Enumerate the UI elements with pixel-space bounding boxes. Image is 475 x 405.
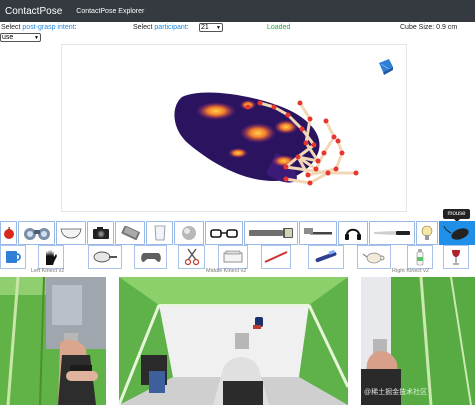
left-camera-view — [0, 277, 106, 405]
object-speaker-button[interactable] — [218, 245, 248, 269]
object-apple-button[interactable] — [0, 221, 17, 245]
object-cup-button[interactable] — [146, 221, 173, 245]
explorer-link[interactable]: ContactPose Explorer — [76, 8, 144, 15]
participant-label-prefix: Select — [133, 24, 155, 31]
light-bulb-icon — [421, 225, 433, 240]
object-toothbrush-button[interactable] — [308, 245, 344, 269]
bowl-icon — [60, 228, 82, 239]
object-door-knob-button[interactable] — [174, 221, 204, 245]
apple-icon — [3, 227, 14, 239]
mug-icon — [6, 251, 21, 263]
left-camera-image — [0, 277, 106, 405]
object-flashlight-button[interactable] — [244, 221, 298, 245]
watermark: @稀土掘金技术社区 — [364, 389, 428, 396]
object-water-bottle-button[interactable] — [407, 245, 433, 269]
object-light-bulb-button[interactable] — [416, 221, 438, 245]
binoculars-icon — [23, 228, 50, 240]
object-tooltip: mouse — [443, 209, 470, 222]
participant-select[interactable]: 21 ▼ — [199, 23, 223, 32]
mouse-icon — [443, 225, 469, 240]
teapot-icon — [362, 252, 385, 264]
knife-icon — [374, 231, 410, 235]
object-scissors-button[interactable] — [178, 245, 205, 269]
object-strip-row2 — [0, 245, 475, 269]
right-camera-image — [361, 277, 475, 405]
object-wine-glass-button[interactable] — [443, 245, 469, 269]
object-strip-row1 — [0, 221, 475, 245]
flashlight-icon — [249, 228, 293, 238]
object-mug-button[interactable] — [0, 245, 26, 269]
object-camera-button[interactable] — [87, 221, 114, 245]
right-camera-view — [361, 277, 475, 405]
status-text: Loaded — [267, 24, 291, 31]
object-binoculars-button[interactable] — [18, 221, 55, 245]
object-pan-button[interactable] — [88, 245, 122, 269]
object-mouse-button[interactable] — [439, 221, 475, 245]
right-camera-label: Right Kinect v2 — [392, 268, 429, 274]
cell-phone-icon — [121, 226, 140, 240]
participant-label-suffix: : — [186, 24, 189, 31]
object-bowl-button[interactable] — [56, 221, 86, 245]
intent-label-highlight: post-grasp intent — [22, 24, 75, 31]
page: ContactPose ContactPose Explorer Select … — [0, 0, 475, 405]
speaker-icon — [223, 250, 243, 263]
intent-label: Select post-grasp intent: — [1, 24, 77, 31]
object-headphones-button[interactable] — [338, 221, 368, 245]
object-stapler-button[interactable] — [261, 245, 291, 269]
headphones-icon — [345, 228, 361, 240]
cup-icon — [154, 225, 165, 241]
pan-icon — [93, 251, 117, 263]
intent-label-suffix: : — [74, 24, 77, 31]
hand-object-render[interactable] — [62, 45, 408, 213]
participant-label-highlight: participant — [154, 24, 187, 31]
intent-select[interactable]: use ▼ — [0, 33, 41, 42]
participant-label: Select participant: — [133, 24, 189, 31]
participant-select-value: 21 — [201, 24, 209, 31]
3d-viewer[interactable] — [61, 44, 407, 212]
stapler-icon — [264, 251, 288, 263]
top-navbar: ContactPose ContactPose Explorer — [0, 0, 475, 22]
chevron-down-icon: ▼ — [34, 34, 39, 41]
object-eyeglasses-button[interactable] — [205, 221, 243, 245]
middle-camera-image — [119, 277, 348, 405]
object-game-controller-button[interactable] — [134, 245, 167, 269]
object-hammer-button[interactable] — [299, 221, 337, 245]
scissors-icon — [184, 248, 199, 266]
wine-glass-icon — [452, 250, 460, 265]
object-teapot-button[interactable] — [357, 245, 391, 269]
hammer-icon — [304, 228, 332, 235]
intent-select-value: use — [2, 34, 14, 41]
cube-icon — [379, 59, 393, 75]
game-controller-icon — [140, 253, 161, 262]
door-knob-icon — [182, 226, 196, 240]
water-bottle-icon — [416, 249, 424, 266]
object-cell-phone-button[interactable] — [115, 221, 145, 245]
object-knife-button[interactable] — [369, 221, 415, 245]
brand-title[interactable]: ContactPose — [5, 6, 62, 17]
chevron-down-icon: ▼ — [216, 24, 221, 31]
object-palm-print-button[interactable] — [38, 245, 64, 269]
camera-icon — [92, 227, 109, 239]
intent-label-prefix: Select — [1, 24, 23, 31]
left-camera-label: Left Kinect v2 — [31, 268, 65, 274]
hand-icon — [46, 249, 57, 265]
eyeglasses-icon — [210, 229, 238, 238]
cube-size-text: Cube Size: 0.9 cm — [400, 24, 458, 31]
middle-camera-view — [119, 277, 348, 405]
toothbrush-icon — [315, 250, 337, 263]
middle-camera-label: Middle Kinect v2 — [206, 268, 247, 274]
